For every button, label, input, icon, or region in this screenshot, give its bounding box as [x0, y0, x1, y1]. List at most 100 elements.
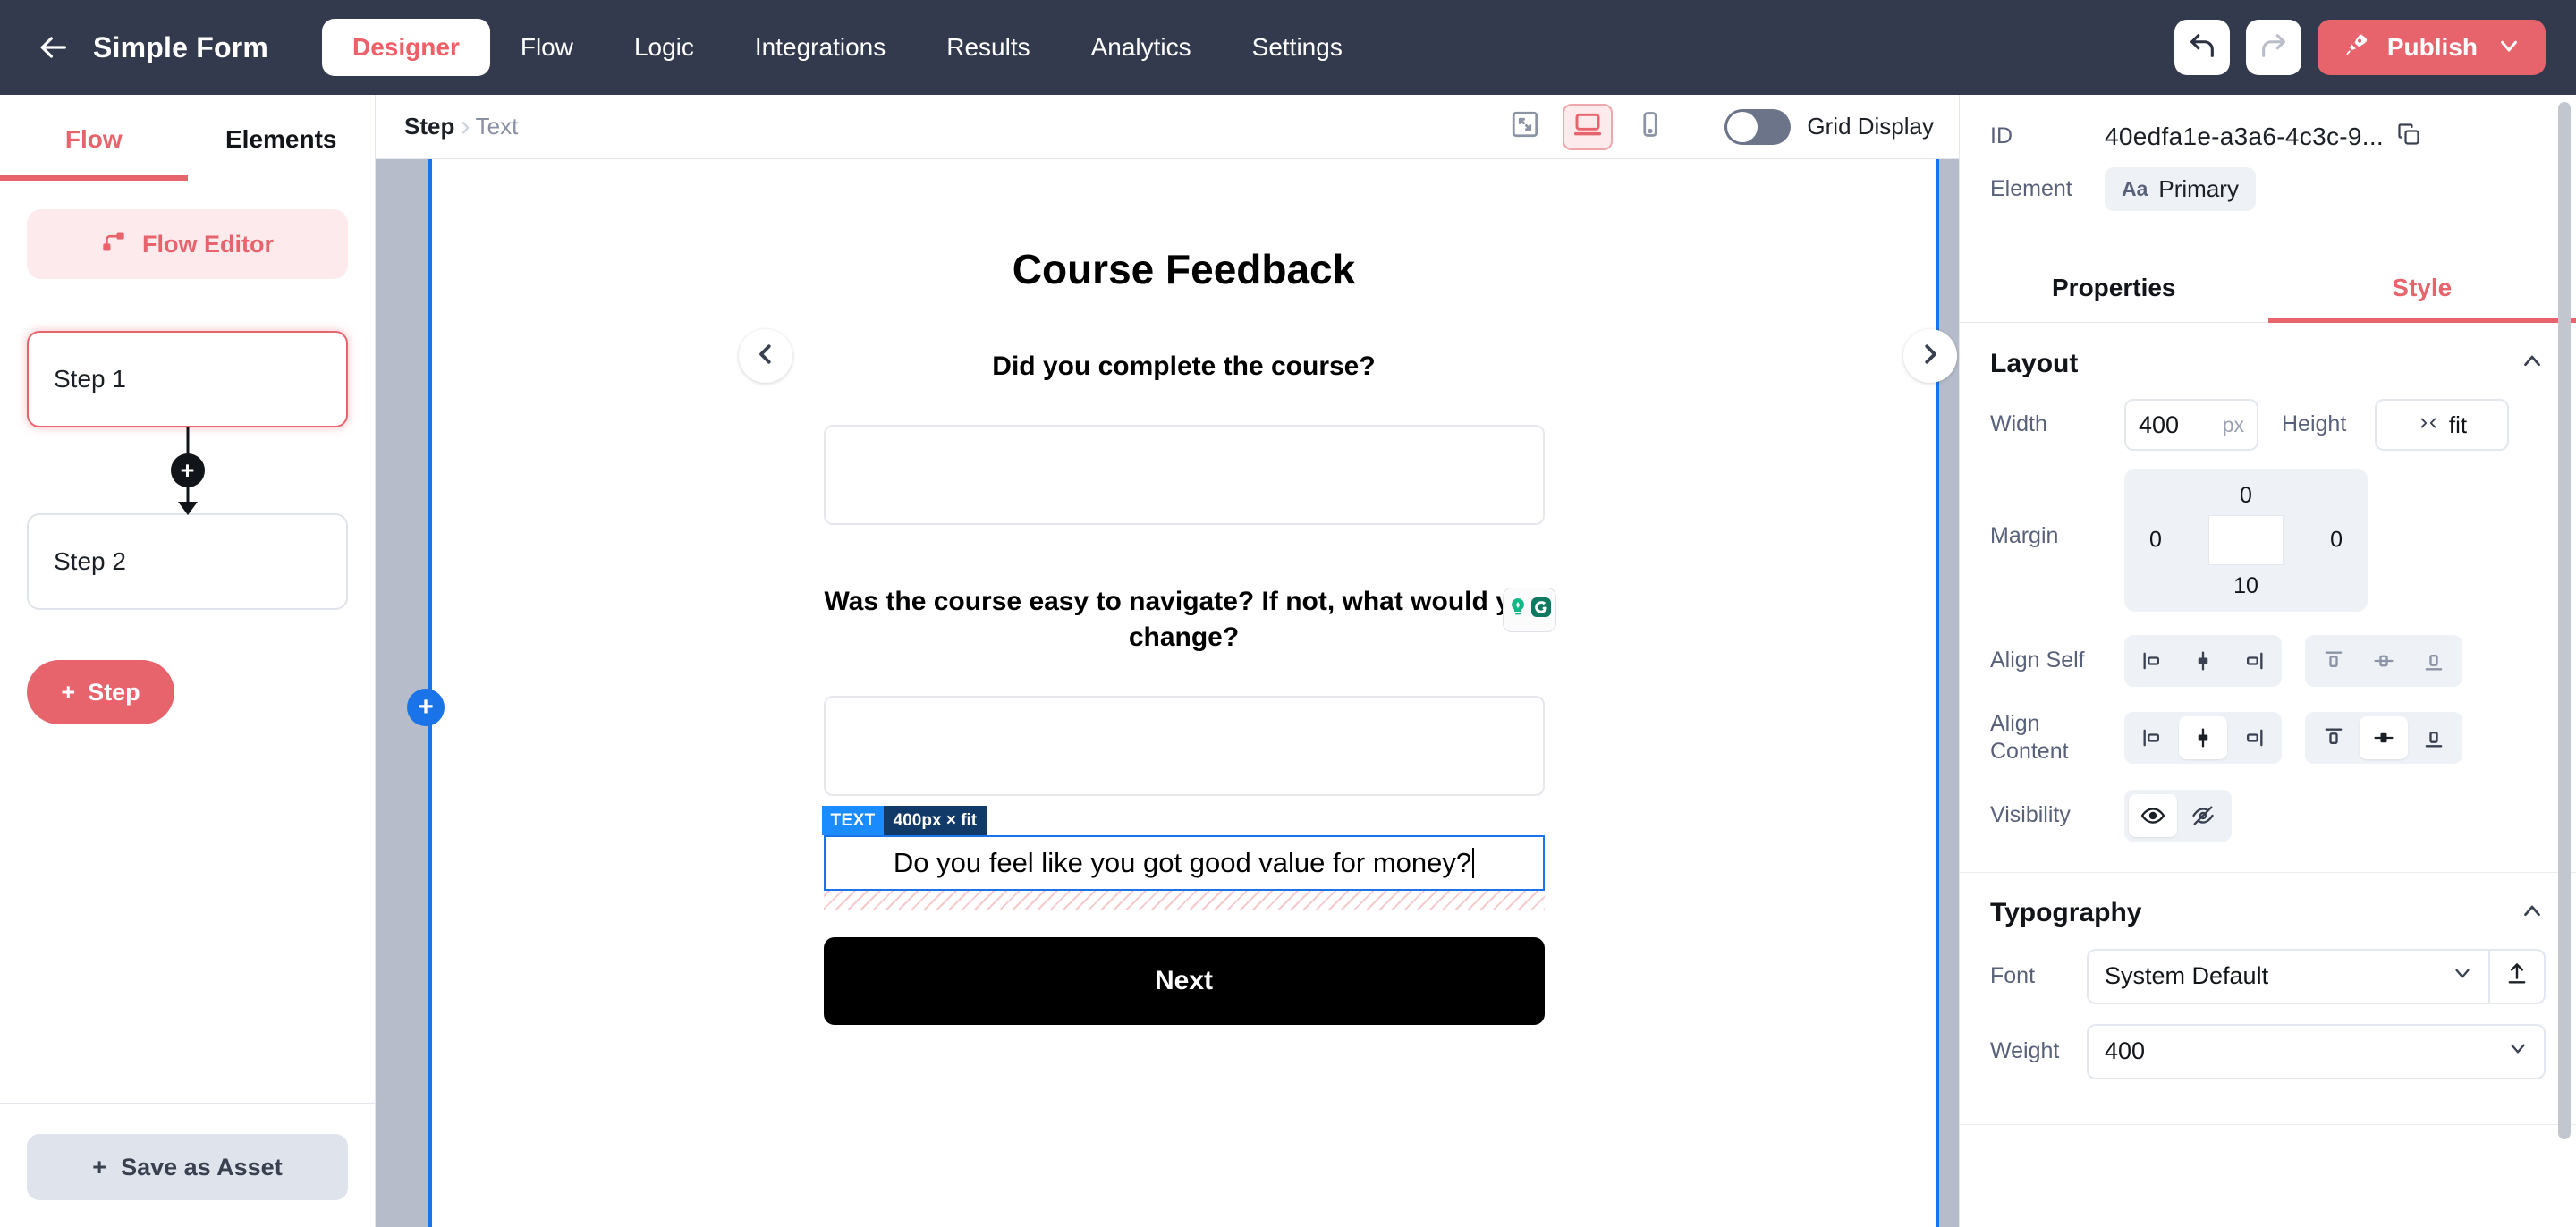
chevron-up-icon[interactable]: [2519, 348, 2546, 379]
grammarly-assistant-badge[interactable]: [1502, 587, 1556, 632]
align-top-icon[interactable]: [2309, 716, 2358, 759]
canvas-area[interactable]: + Course Feedback Did you complete the c…: [376, 159, 1959, 1227]
margin-widget[interactable]: 0 0 10 0: [2124, 469, 2368, 612]
selection-badge: TEXT 400px × fit: [821, 805, 987, 835]
typography-section-header[interactable]: Typography: [1990, 898, 2546, 929]
redo-button[interactable]: [2245, 20, 2301, 75]
flow-editor-button[interactable]: Flow Editor: [27, 209, 348, 279]
height-input[interactable]: fit: [2375, 399, 2509, 451]
tab-properties[interactable]: Properties: [1960, 252, 2268, 322]
collapse-right-panel-button[interactable]: [1903, 329, 1957, 383]
question-2-input[interactable]: [823, 695, 1545, 796]
grid-display-toggle[interactable]: [1724, 108, 1792, 145]
chevron-down-icon[interactable]: [2496, 32, 2522, 63]
layout-section-header[interactable]: Layout: [1990, 348, 2546, 379]
step-card-2[interactable]: Step 2: [27, 513, 348, 610]
canvas-toolbar-right: Grid Display: [1500, 103, 1934, 150]
selected-text-box[interactable]: Do you feel like you got good value for …: [823, 834, 1545, 891]
add-step-button[interactable]: + Step: [27, 660, 174, 724]
next-button[interactable]: Next: [823, 936, 1545, 1025]
align-top-icon[interactable]: [2309, 639, 2358, 682]
arrow-left-icon[interactable]: [32, 27, 73, 68]
question-1-label[interactable]: Did you complete the course?: [992, 349, 1375, 385]
align-bottom-icon[interactable]: [2410, 639, 2458, 682]
align-center-icon[interactable]: [2179, 716, 2227, 760]
plus-icon: +: [61, 678, 76, 706]
align-left-icon[interactable]: [2129, 639, 2177, 682]
margin-bottom-value[interactable]: 10: [2233, 573, 2258, 599]
align-self-vertical-group: [2305, 635, 2462, 687]
nav-tab-flow[interactable]: Flow: [490, 19, 604, 76]
nav-tab-integrations[interactable]: Integrations: [724, 19, 916, 76]
right-panel-scrollbar[interactable]: [2558, 102, 2571, 1139]
margin-label: Margin: [1990, 523, 2059, 548]
left-sidebar: Flow Elements Flow Editor Step 1 + Step …: [0, 95, 376, 1227]
fullscreen-icon: [1510, 109, 1540, 144]
eye-off-icon[interactable]: [2179, 794, 2227, 837]
align-center-icon[interactable]: [2179, 639, 2227, 682]
copy-id-button[interactable]: [2396, 122, 2421, 151]
margin-indicator: [823, 890, 1545, 910]
selected-text-element[interactable]: TEXT 400px × fit Do you feel like you go…: [821, 805, 1545, 910]
margin-top-value[interactable]: 0: [2240, 483, 2252, 509]
breadcrumb-item-text[interactable]: Text: [476, 113, 519, 140]
align-bottom-icon[interactable]: [2410, 716, 2458, 759]
step-card-1[interactable]: Step 1: [27, 331, 348, 427]
weight-select[interactable]: 400: [2087, 1023, 2546, 1079]
mobile-view-button[interactable]: [1625, 104, 1675, 150]
align-left-icon[interactable]: [2129, 716, 2177, 759]
app-title: Simple Form: [93, 30, 269, 63]
desktop-view-button[interactable]: [1563, 103, 1614, 150]
width-input[interactable]: 400 px: [2124, 399, 2258, 451]
element-id-label: ID: [1990, 123, 2012, 148]
left-sidebar-footer: + Save as Asset: [0, 1103, 375, 1227]
width-unit: px: [2222, 412, 2244, 436]
publish-button[interactable]: Publish: [2317, 20, 2546, 75]
upload-font-button[interactable]: [2490, 948, 2546, 1004]
sidebar-tab-underline: [0, 175, 188, 181]
nav-tab-settings[interactable]: Settings: [1222, 19, 1373, 76]
nav-tab-logic[interactable]: Logic: [604, 19, 724, 76]
form-canvas[interactable]: + Course Feedback Did you complete the c…: [407, 159, 1939, 1227]
save-as-asset-button[interactable]: + Save as Asset: [27, 1134, 348, 1200]
element-type-chip[interactable]: Aa Primary: [2105, 167, 2256, 211]
question-2-label[interactable]: Was the course easy to navigate? If not,…: [818, 584, 1551, 656]
undo-button[interactable]: [2174, 20, 2230, 75]
chevron-up-icon[interactable]: [2519, 898, 2546, 929]
eye-icon[interactable]: [2129, 793, 2177, 837]
sidebar-tab-flow[interactable]: Flow: [0, 95, 188, 181]
layout-section: Layout Width 400 px Height fit Margin 0 …: [1960, 323, 2576, 873]
sidebar-tab-elements[interactable]: Elements: [188, 95, 376, 181]
align-right-icon[interactable]: [2229, 716, 2277, 759]
insert-element-button[interactable]: +: [407, 689, 445, 726]
nav-tab-analytics[interactable]: Analytics: [1061, 19, 1222, 76]
align-middle-icon[interactable]: [2360, 716, 2408, 760]
margin-left-value[interactable]: 0: [2149, 528, 2162, 554]
typography-section-title: Typography: [1990, 898, 2142, 927]
grid-display-control: Grid Display: [1699, 108, 1934, 145]
tab-style[interactable]: Style: [2268, 252, 2576, 322]
question-2-group: Was the course easy to navigate? If not,…: [818, 584, 1556, 656]
collapse-left-panel-button[interactable]: [739, 329, 792, 383]
left-sidebar-body: Flow Editor Step 1 + Step 2 + Step: [0, 181, 375, 1103]
font-select[interactable]: System Default: [2087, 948, 2490, 1004]
insert-step-button[interactable]: +: [170, 453, 205, 487]
breadcrumb-item-step[interactable]: Step: [404, 113, 454, 140]
typography-section: Typography Font System Default Weight 40…: [1960, 873, 2576, 1125]
visibility-group: [2124, 789, 2232, 842]
fullscreen-button[interactable]: [1500, 104, 1550, 150]
grid-display-label: Grid Display: [1807, 113, 1934, 140]
align-self-label: Align Self: [1990, 647, 2085, 673]
nav-tab-results[interactable]: Results: [916, 19, 1060, 76]
form-title[interactable]: Course Feedback: [1013, 245, 1355, 293]
question-1-input[interactable]: [823, 424, 1545, 525]
element-info-header: ID 40edfa1e-a3a6-4c3c-9... Element Aa Pr…: [1960, 95, 2576, 233]
margin-right-value[interactable]: 0: [2330, 528, 2343, 554]
align-content-row: Align Content: [1990, 710, 2546, 766]
top-nav-actions: Publish: [2174, 20, 2546, 75]
nav-tab-designer[interactable]: Designer: [322, 19, 490, 76]
align-right-icon[interactable]: [2229, 639, 2277, 682]
visibility-label: Visibility: [1990, 801, 2071, 827]
align-middle-icon[interactable]: [2360, 639, 2408, 682]
font-row: Font System Default: [1990, 948, 2546, 1004]
